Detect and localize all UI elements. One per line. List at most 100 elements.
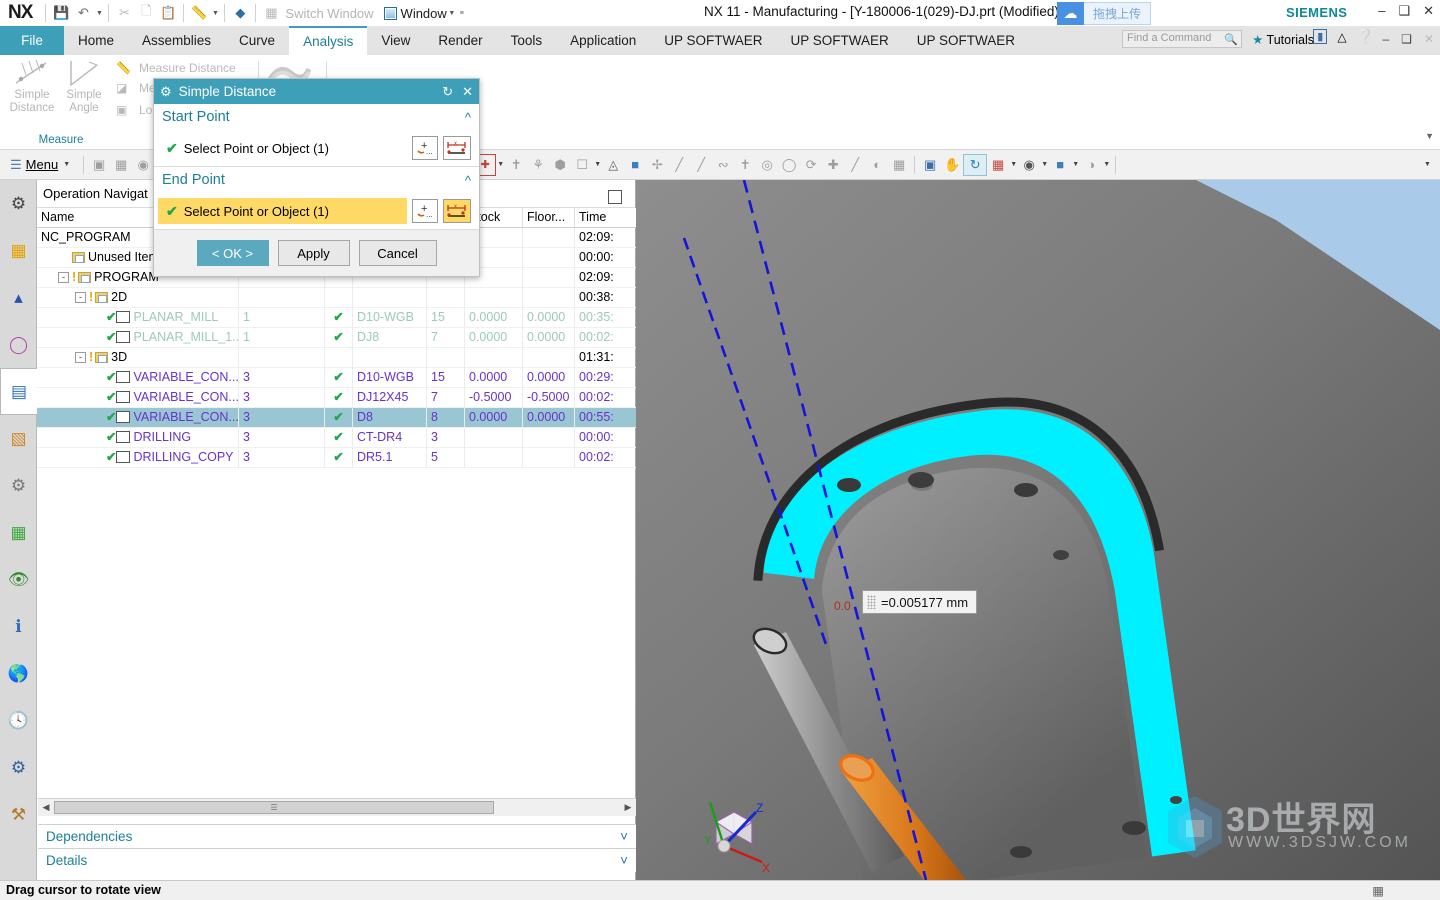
solid-body-icon[interactable]: ■ <box>624 154 646 176</box>
selection-rect-dropdown-icon[interactable]: ▼ <box>593 161 602 168</box>
start-point-select-field[interactable]: ✔ Select Point or Object (1) <box>158 136 412 160</box>
process-studio-icon[interactable]: ⚙ <box>0 744 37 791</box>
measure-distance-item[interactable]: 📏 Measure Distance <box>116 55 266 77</box>
tab-analysis[interactable]: Analysis <box>289 26 368 55</box>
search-icon[interactable]: 🔍 <box>1224 33 1238 46</box>
table-row[interactable]: -! 3D 01:31: <box>37 347 636 368</box>
doc-minimize-icon[interactable]: – <box>1382 32 1389 46</box>
move-object-icon[interactable]: ✢ <box>646 154 668 176</box>
tree-expander-icon[interactable]: - <box>75 291 86 303</box>
tab-up-softwaer-3[interactable]: UP SOFTWAER <box>903 26 1029 55</box>
chevron-up-icon[interactable]: ^ <box>465 173 471 188</box>
tutorials-link[interactable]: ★ Tutorials <box>1252 32 1314 47</box>
shading-icon[interactable]: ◉ <box>1018 154 1040 176</box>
snap-control-point-icon[interactable]: ⚘ <box>527 154 549 176</box>
navigator-horizontal-scrollbar[interactable]: ◀ ☰ ▶ <box>38 798 636 816</box>
tab-curve[interactable]: Curve <box>225 26 289 55</box>
visibility-icon[interactable]: ◑ <box>1080 154 1102 176</box>
line2-icon[interactable]: ╱ <box>690 154 712 176</box>
table-row[interactable]: ✔ VARIABLE_CON... 3 ✔ D8 8 0.0000 0.0000 00:55: <box>37 407 636 428</box>
snap-end-point-icon[interactable]: ✝ <box>505 154 527 176</box>
find-command-input[interactable]: Find a Command 🔍 <box>1122 30 1242 48</box>
constraint-navigator-icon[interactable]: ▴ <box>0 274 37 321</box>
dependencies-section[interactable]: Dependencies ˅ <box>38 824 636 848</box>
chevron-up-icon[interactable]: ^ <box>465 110 471 125</box>
start-point-constructor-button[interactable]: + ... <box>412 136 438 160</box>
simple-distance-dialog[interactable]: ⚙ Simple Distance ↻ ✕ Start Point ^ ✔ Se… <box>153 78 480 277</box>
ruler-dropdown-icon[interactable]: ▼ <box>210 10 220 17</box>
fit-view-icon[interactable]: ▣ <box>919 154 941 176</box>
end-point-constructor-button[interactable]: + ... <box>412 199 438 223</box>
scroll-thumb[interactable]: ☰ <box>54 801 494 814</box>
close-icon[interactable]: ✕ <box>1423 3 1434 19</box>
ribbon-expand-icon[interactable]: ▼ <box>1425 131 1434 141</box>
select-feature-icon[interactable]: ▦ <box>110 154 132 176</box>
history-clock-icon[interactable]: 🕓 <box>0 697 37 744</box>
graphics-viewport[interactable]: 0.0 Y X Z 3D世界网 WWW.3DSJW.COM <box>636 180 1440 880</box>
eraser-icon[interactable]: ◆ <box>229 3 251 23</box>
toolbar-overflow-icon[interactable]: ▼ <box>1423 161 1432 168</box>
start-point-measure-button[interactable]: x <box>443 136 471 160</box>
grid-icon[interactable]: ▦ <box>888 154 910 176</box>
restore-icon[interactable]: ❑ <box>1398 3 1410 19</box>
shading-dropdown-icon[interactable]: ▼ <box>1040 161 1049 168</box>
table-row[interactable]: ✔ PLANAR_MILL_1... 1 ✔ DJ8 7 0.0000 0.0000 00:02… <box>37 327 636 348</box>
table-row[interactable]: ✔ DRILLING_COPY 3 ✔ DR5.1 5 00:02: <box>37 447 636 468</box>
measurement-annotation[interactable]: =0.005177 mm <box>862 590 978 614</box>
rotate-view-button[interactable]: ↻ <box>963 153 988 176</box>
circle-center-icon[interactable]: ◎ <box>756 154 778 176</box>
pan-icon[interactable]: ✋ <box>941 154 963 176</box>
window-more-icon[interactable]: ≡ <box>457 10 467 17</box>
visibility-eye-icon[interactable]: 👁 <box>0 556 37 603</box>
tab-tools[interactable]: Tools <box>497 26 557 55</box>
ok-button[interactable]: < OK > <box>196 240 269 266</box>
switch-window-label[interactable]: Switch Window <box>282 6 373 21</box>
scroll-left-icon[interactable]: ◀ <box>38 802 54 813</box>
spline-icon[interactable]: ∾ <box>712 154 734 176</box>
operation-navigator-icon[interactable]: ▤ <box>0 368 37 415</box>
column-header-time[interactable]: Time <box>575 208 635 227</box>
window-dropdown-icon[interactable]: ▼ <box>447 10 457 17</box>
selection-rectangle-icon[interactable]: ☐ <box>571 154 593 176</box>
apply-button[interactable]: Apply <box>277 240 350 266</box>
table-row[interactable]: ✔ DRILLING 3 ✔ CT-DR4 3 00:00: <box>37 427 636 448</box>
layout-dropdown-icon[interactable]: ▼ <box>1009 161 1018 168</box>
dialog-title-bar[interactable]: ⚙ Simple Distance ↻ ✕ <box>154 79 479 104</box>
select-general-icon[interactable]: ▣ <box>88 154 110 176</box>
tab-home[interactable]: Home <box>64 26 128 55</box>
paste-icon[interactable]: 📋 <box>157 3 179 23</box>
snap-arc-center-icon[interactable]: ⬢ <box>549 154 571 176</box>
column-header-floor[interactable]: Floor... <box>523 208 575 227</box>
undo-dropdown-icon[interactable]: ▼ <box>94 10 104 17</box>
undo-icon[interactable]: ↶ <box>72 3 94 23</box>
end-point-measure-button[interactable]: x <box>443 199 471 223</box>
machining-knowledge-icon[interactable]: ⚒ <box>0 791 37 838</box>
plus-point-icon[interactable]: ✚ <box>822 154 844 176</box>
machine-tool-view-icon[interactable]: ⚙ <box>0 462 37 509</box>
display-mode-icon[interactable]: ▮ <box>1313 29 1328 44</box>
system-settings-icon[interactable]: ⚙ <box>0 180 37 227</box>
part-library-icon[interactable]: ▦ <box>0 509 37 556</box>
table-row[interactable]: ✔ PLANAR_MILL 1 ✔ D10-WGB 15 0.0000 0.0000 00:35… <box>37 307 636 328</box>
collapse-ribbon-icon[interactable]: △ <box>1337 30 1346 44</box>
help-icon[interactable]: ❔ <box>1357 28 1374 45</box>
tab-render[interactable]: Render <box>424 26 496 55</box>
table-row[interactable]: -! 2D 00:38: <box>37 287 636 308</box>
cancel-button[interactable]: Cancel <box>358 240 437 266</box>
tab-application[interactable]: Application <box>556 26 650 55</box>
assembly-navigator-icon[interactable]: ▦ <box>0 227 37 274</box>
drag-handle-icon[interactable] <box>867 595 876 609</box>
tab-up-softwaer-1[interactable]: UP SOFTWAER <box>650 26 776 55</box>
select-component-icon[interactable]: ◉ <box>132 154 154 176</box>
doc-close-icon[interactable]: ✕ <box>1424 32 1434 46</box>
face-select-icon[interactable]: ◬ <box>602 154 624 176</box>
save-icon[interactable]: 💾 <box>50 3 72 23</box>
window-menu-label[interactable]: Window <box>397 6 447 21</box>
arc-icon[interactable]: ⟳ <box>800 154 822 176</box>
line-icon[interactable]: ╱ <box>668 154 690 176</box>
part-navigator-icon[interactable]: ◯ <box>0 321 37 368</box>
dialog-close-icon[interactable]: ✕ <box>462 84 473 100</box>
details-section[interactable]: Details ˅ <box>38 848 636 872</box>
simple-angle-button[interactable]: Simple Angle <box>58 55 110 115</box>
switch-window-icon[interactable]: ▦ <box>260 3 282 23</box>
